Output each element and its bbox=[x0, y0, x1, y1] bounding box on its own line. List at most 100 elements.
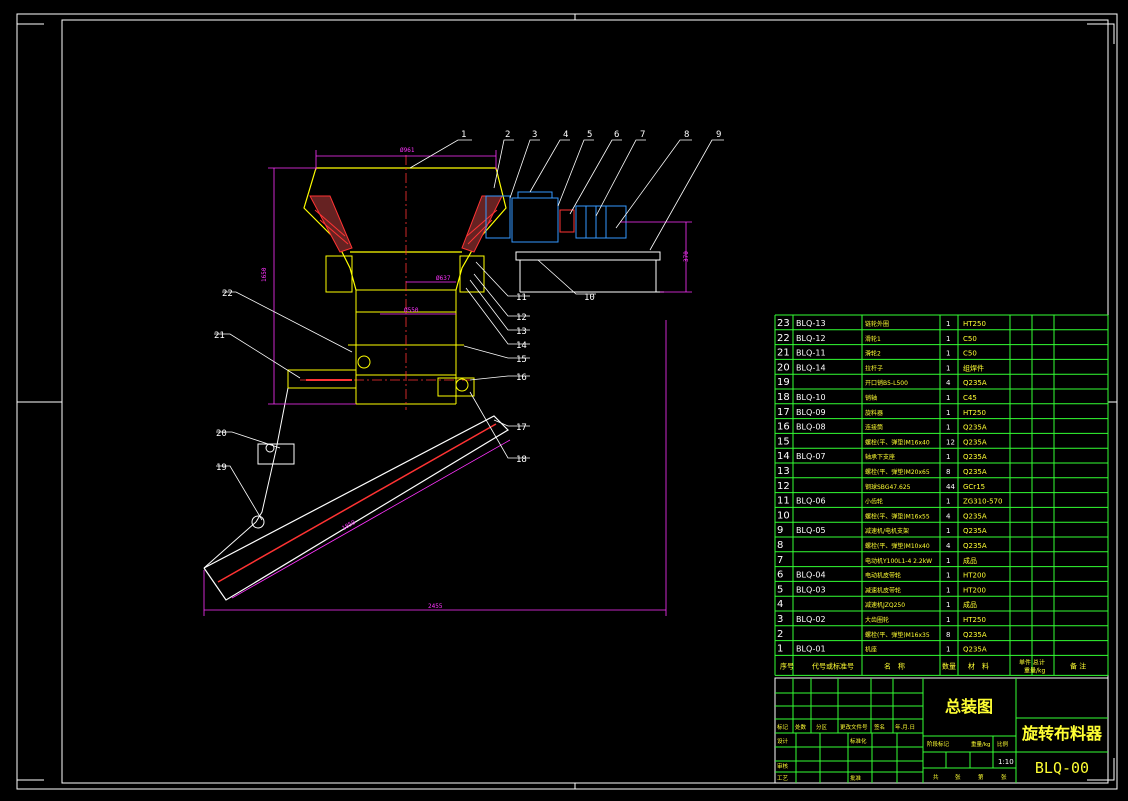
bom-row-no: 3 bbox=[777, 614, 783, 625]
bom-row-qty: 1 bbox=[946, 572, 950, 580]
bom-row-qty: 8 bbox=[946, 631, 950, 639]
bom-row-material: HT250 bbox=[963, 320, 986, 328]
bom-row-no: 16 bbox=[777, 422, 790, 433]
bom-row-qty: 4 bbox=[946, 379, 951, 387]
approve-label: 批准 bbox=[850, 774, 862, 782]
dim-chute-length: 1850 bbox=[341, 519, 357, 532]
bom-row-qty: 44 bbox=[946, 483, 955, 491]
bom-row-no: 5 bbox=[777, 584, 783, 595]
bom-row-name: 轴承下支座 bbox=[865, 453, 895, 461]
balloon-5: 5 bbox=[587, 130, 592, 140]
balloon-15: 15 bbox=[516, 355, 527, 365]
title-block: 标记 处数 分区 更改文件号 签名 年.月.日 设计 标准化 审核 工艺 批准 … bbox=[774, 677, 1109, 784]
bom-row-no: 22 bbox=[777, 333, 790, 344]
balloon-4: 4 bbox=[563, 130, 568, 140]
bom-row-qty: 1 bbox=[946, 364, 950, 372]
dim-right-height: 370 bbox=[683, 251, 690, 262]
balloon-1: 1 bbox=[461, 130, 466, 140]
bom-row-name: 减速机皮带轮 bbox=[865, 586, 901, 594]
bom-row-material: C50 bbox=[963, 350, 977, 358]
bom-row-no: 18 bbox=[777, 392, 790, 403]
bom-row-qty: 1 bbox=[946, 498, 950, 506]
sheet-label-sheet1: 张 bbox=[955, 773, 961, 781]
bom-header-code: 代号或标准号 bbox=[812, 661, 854, 670]
bom-row-material: C50 bbox=[963, 335, 977, 343]
balloon-18: 18 bbox=[516, 455, 527, 465]
bom-row-name: 减速机JZQ250 bbox=[865, 601, 905, 609]
bom-row-code: BLQ-02 bbox=[796, 615, 826, 624]
balloon-3: 3 bbox=[532, 130, 537, 140]
balloon-9: 9 bbox=[716, 130, 721, 140]
bom-row-no: 12 bbox=[777, 481, 790, 492]
bom-row-name: 电动机Y100L1-4 2.2kW bbox=[865, 557, 932, 565]
bom-row-no: 6 bbox=[777, 570, 783, 581]
balloon-19: 19 bbox=[216, 463, 227, 473]
bom-row-no: 13 bbox=[777, 466, 790, 477]
bom-row-name: 旋料器 bbox=[865, 409, 883, 417]
role-process: 工艺 bbox=[777, 775, 789, 782]
bom-row-code: BLQ-01 bbox=[796, 645, 826, 654]
assembly-view: Ø961 1650 Ø637 Ø550 370 1850 2455 1 2 3 … bbox=[203, 130, 724, 616]
bom-row-no: 10 bbox=[777, 510, 790, 521]
bom-row-material: Q235A bbox=[963, 468, 987, 476]
bom-row-qty: 1 bbox=[946, 616, 950, 624]
bom-row-material: Q235A bbox=[963, 542, 987, 550]
role-review: 审核 bbox=[777, 762, 789, 770]
bom-row-no: 1 bbox=[777, 644, 783, 655]
bom-row-name: 螺栓(平、弹垫)M20x65 bbox=[865, 468, 930, 476]
dim-bottom-length: 2455 bbox=[428, 603, 443, 610]
bom-row-no: 14 bbox=[777, 451, 790, 462]
bom-row-material: Q235A bbox=[963, 512, 987, 520]
bom-row-material: ZG310-570 bbox=[963, 498, 1002, 506]
bom-row-name: 螺栓(平、弹垫)M10x40 bbox=[865, 542, 930, 550]
bom-row-qty: 4 bbox=[946, 512, 951, 520]
bom-row-name: 拉杆子 bbox=[865, 364, 883, 372]
lever-linkage bbox=[203, 387, 295, 569]
bom-row-code: BLQ-14 bbox=[796, 363, 826, 372]
dim-mid-dia: Ø550 bbox=[404, 307, 419, 314]
bom-row-qty: 1 bbox=[946, 557, 950, 565]
rev-label-date: 年.月.日 bbox=[895, 723, 915, 731]
balloon-16: 16 bbox=[516, 373, 527, 383]
bom-row-qty: 1 bbox=[946, 646, 950, 654]
bom-row-name: 螺栓(平、弹垫)M16x40 bbox=[865, 438, 930, 446]
bom-header-qty: 数量 bbox=[942, 661, 956, 670]
balloon-20: 20 bbox=[216, 429, 227, 439]
standardize-label: 标准化 bbox=[850, 737, 867, 745]
scale-value: 1:10 bbox=[998, 758, 1014, 766]
role-design: 设计 bbox=[777, 737, 789, 745]
bom-row-no: 9 bbox=[777, 525, 783, 536]
bom-row-material: 成品 bbox=[963, 600, 977, 609]
bom-row-code: BLQ-12 bbox=[796, 334, 826, 343]
bom-header-weight: 单件 总计 bbox=[1019, 658, 1045, 666]
bom-row-no: 19 bbox=[777, 377, 790, 388]
balloon-10: 10 bbox=[584, 293, 595, 303]
stage-label: 阶段标记 bbox=[927, 740, 950, 748]
bom-row-qty: 1 bbox=[946, 394, 950, 402]
drawing-title: 总装图 bbox=[945, 697, 993, 716]
bom-row-name: 大齿圈轮 bbox=[865, 616, 889, 624]
bom-row-code: BLQ-05 bbox=[796, 526, 826, 535]
balloon-12: 12 bbox=[516, 313, 527, 323]
balloon-22: 22 bbox=[222, 289, 233, 299]
balloon-numbers: 1 2 3 4 5 6 7 8 9 10 11 12 13 14 15 16 1… bbox=[214, 130, 721, 473]
bom-row-code: BLQ-11 bbox=[796, 349, 826, 358]
drive-unit bbox=[511, 191, 664, 293]
bom-row-name: 连接筒 bbox=[865, 424, 883, 432]
bom-row-material: C45 bbox=[963, 394, 977, 402]
bom-header-no: 序号 bbox=[780, 661, 794, 670]
bom-row-no: 17 bbox=[777, 407, 790, 418]
bom-row-qty: 1 bbox=[946, 601, 950, 609]
bom-header-name: 名 称 bbox=[884, 661, 905, 670]
bom-row-code: BLQ-10 bbox=[796, 393, 826, 402]
bom-header-material: 材 料 bbox=[968, 661, 989, 670]
bom-row-name: 电动机皮带轮 bbox=[865, 572, 901, 580]
bom-row-name: 链轮外圈 bbox=[865, 320, 889, 328]
drawing-number: BLQ-00 bbox=[1035, 759, 1089, 777]
balloon-21: 21 bbox=[214, 331, 225, 341]
bom-row-code: BLQ-08 bbox=[796, 423, 826, 432]
bom-table: 23 BLQ-13 链轮外圈 1 HT25022 BLQ-12 滑轮1 1 C5021 BLQ-1… bbox=[774, 314, 1109, 676]
bom-row-name: 滑轮1 bbox=[865, 335, 881, 343]
balloon-11: 11 bbox=[516, 293, 527, 303]
bom-row-qty: 1 bbox=[946, 350, 950, 358]
